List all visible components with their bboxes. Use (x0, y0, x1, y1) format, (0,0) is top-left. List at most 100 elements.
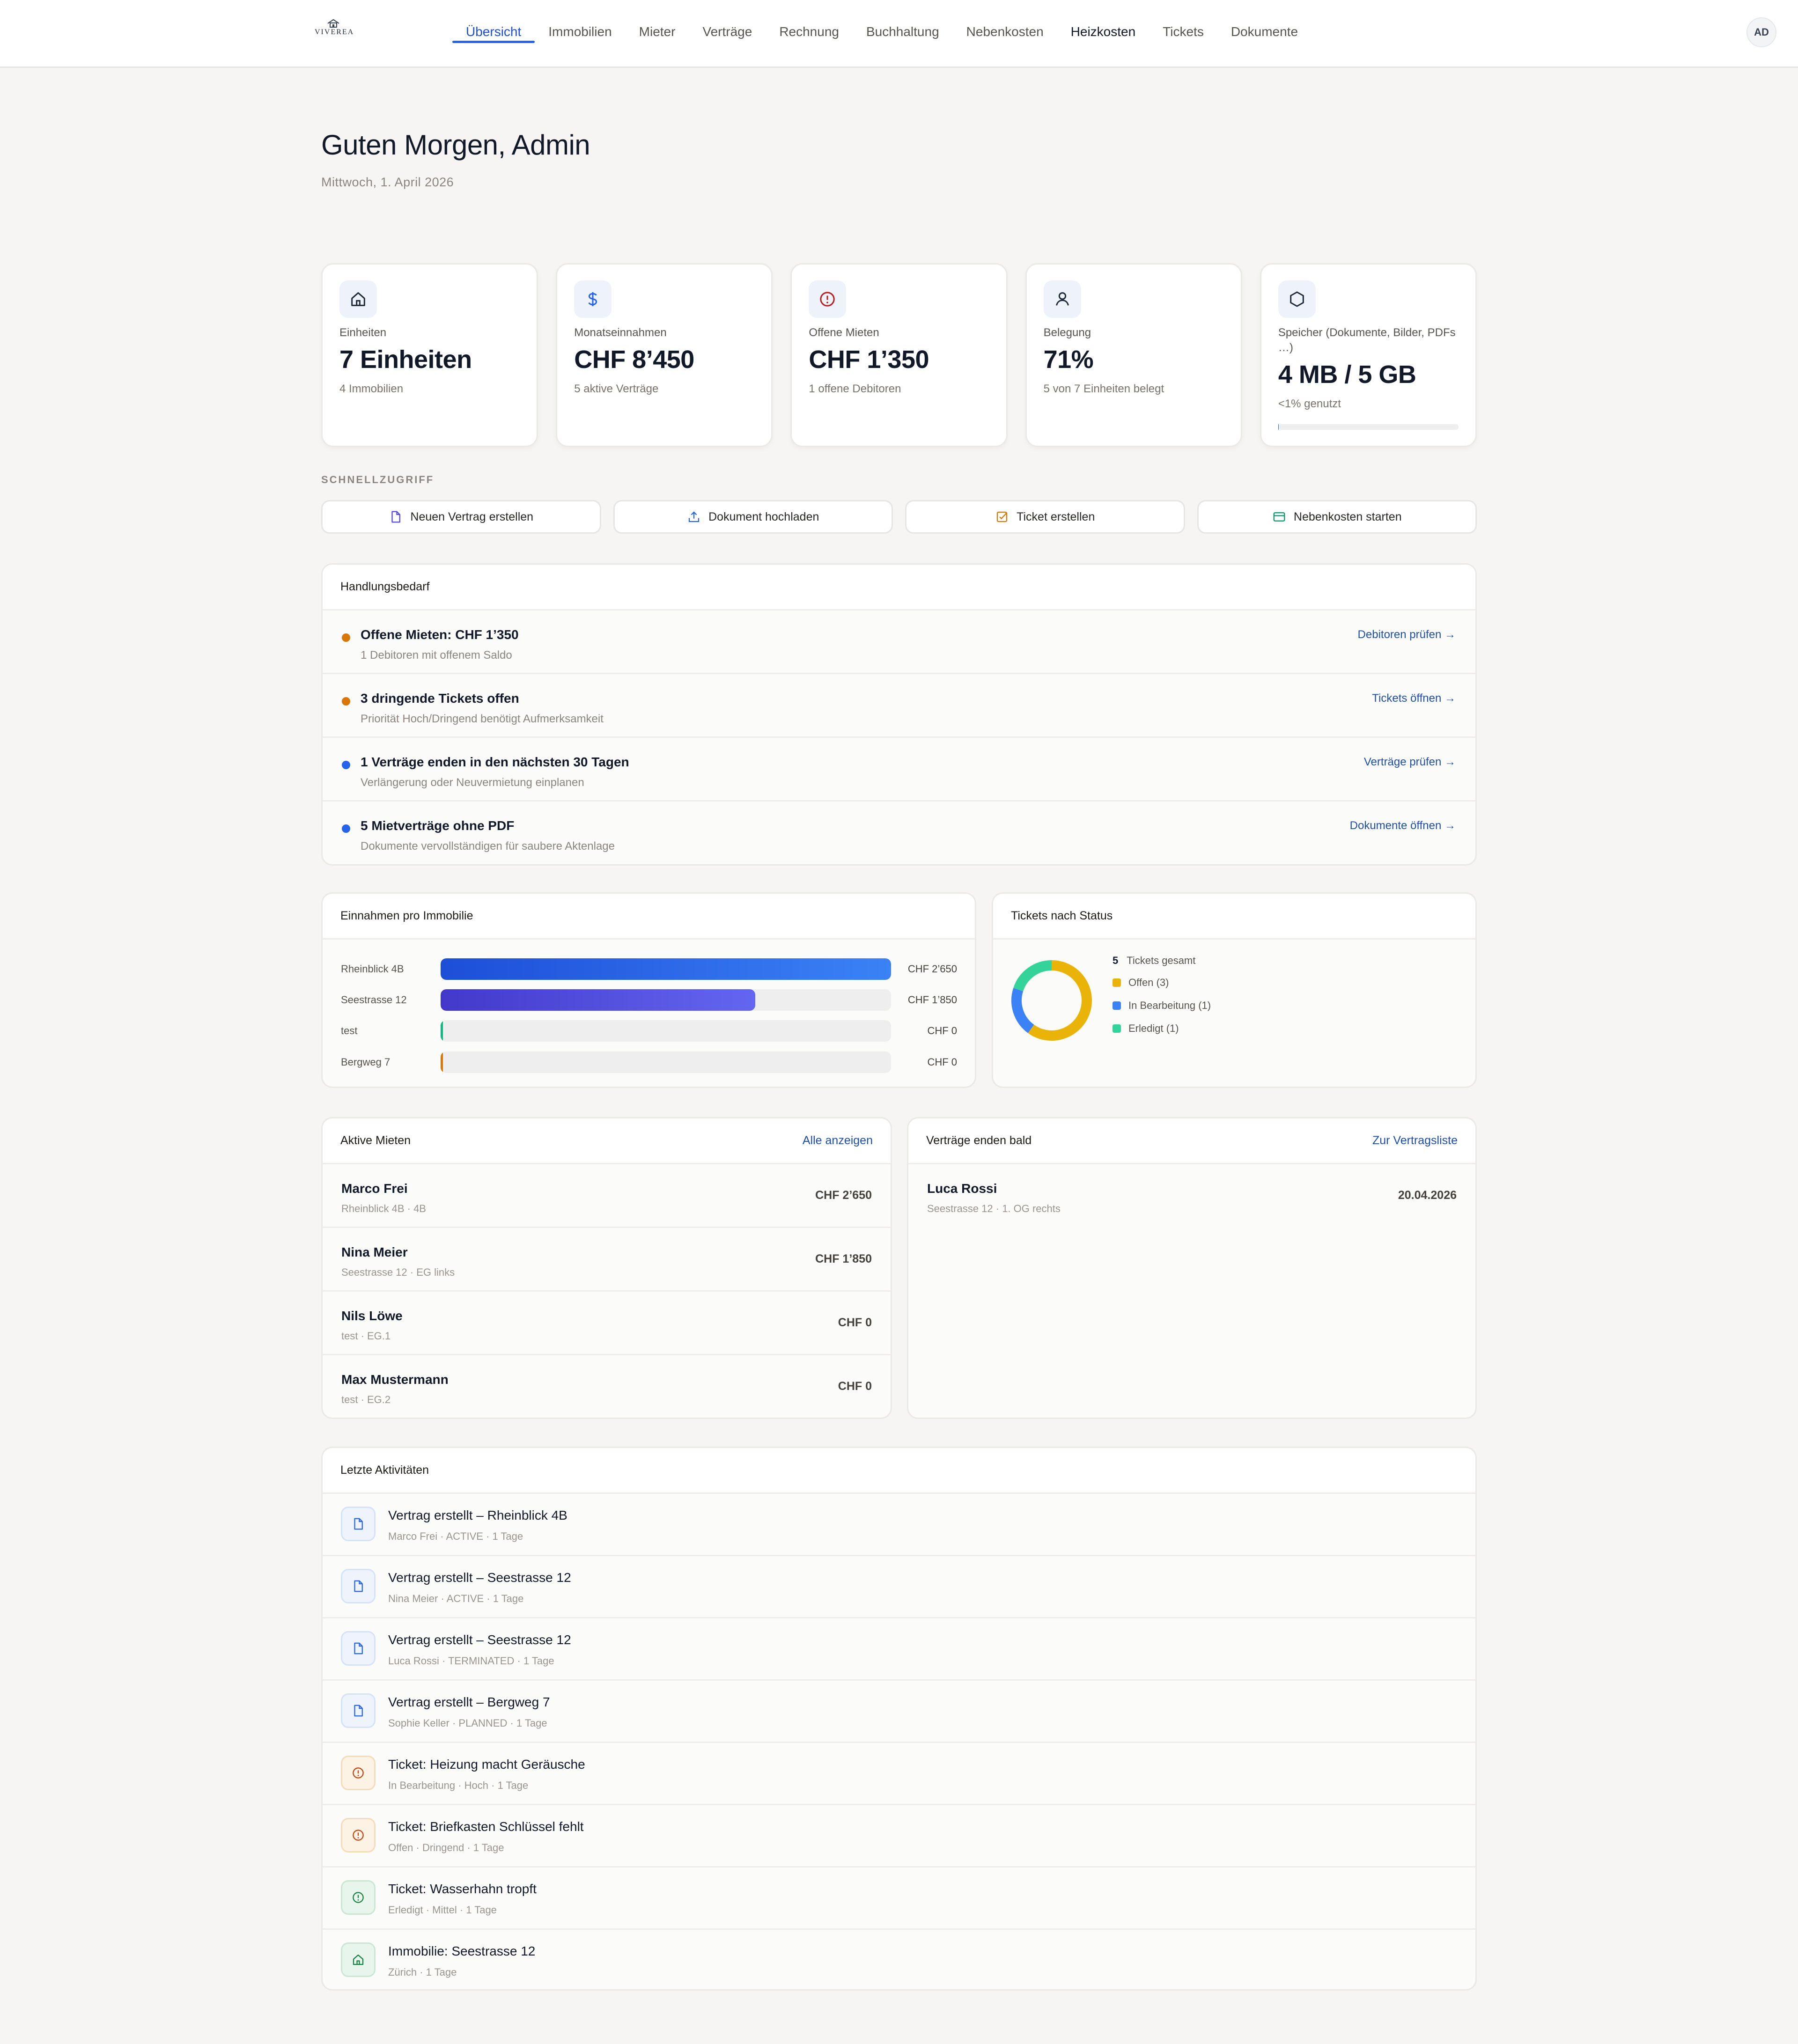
credit-card-icon (1273, 512, 1285, 522)
stat-card[interactable]: Einheiten 7 Einheiten 4 Immobilien (321, 263, 538, 447)
bar (441, 1020, 443, 1042)
stat-label: Einheiten (339, 326, 387, 339)
action-link[interactable]: Dokumente öffnen → (1350, 819, 1456, 832)
activity-subtitle: Nina Meier · ACTIVE · 1 Tage (388, 1593, 524, 1604)
donut-slice (1011, 988, 1034, 1033)
tenant-unit: test · EG.1 (341, 1330, 391, 1342)
nav-item-verträge[interactable]: Verträge (689, 0, 766, 66)
action-link[interactable]: Verträge prüfen → (1364, 756, 1456, 769)
nav-item-übersicht[interactable]: Übersicht (452, 0, 535, 66)
nav-item-nebenkosten[interactable]: Nebenkosten (953, 0, 1057, 66)
activity-subtitle: Luca Rossi · TERMINATED · 1 Tage (388, 1655, 554, 1667)
legend-swatch (1113, 978, 1121, 987)
checkbox-icon (997, 511, 1008, 522)
alert-circle-icon (820, 292, 835, 307)
action-subtitle: 1 Debitoren mit offenem Saldo (361, 649, 512, 662)
bar-row: Bergweg 7 CHF 0 (323, 1051, 975, 1075)
legend-item: Offen (3) (1113, 975, 1211, 990)
activity-title: Ticket: Wasserhahn tropft (388, 1882, 537, 1896)
contract-end-date: 20.04.2026 (1398, 1189, 1457, 1202)
activity-row[interactable]: Vertrag erstellt – Bergweg 7 Sophie Kelle… (323, 1681, 1475, 1743)
panel-header: Tickets nach Status (993, 894, 1475, 940)
nav-item-buchhaltung[interactable]: Buchhaltung (853, 0, 953, 66)
quick-action-button[interactable]: Dokument hochladen (613, 500, 893, 534)
stat-card[interactable]: Speicher (Dokumente, Bilder, PDFs …) 4 MB… (1260, 263, 1477, 447)
activity-list: Vertrag erstellt – Rheinblick 4B Marco Fr… (323, 1494, 1475, 1989)
legend-label: Offen (3) (1128, 977, 1169, 988)
bar-track (441, 1020, 891, 1042)
contract-row[interactable]: Luca Rossi Seestrasse 12 · 1. OG rechts 20… (908, 1164, 1475, 1228)
activity-row[interactable]: Vertrag erstellt – Rheinblick 4B Marco Fr… (323, 1494, 1475, 1556)
rent-row[interactable]: Nils Löwe test · EG.1 CHF 0 (323, 1292, 891, 1355)
contract-list-link[interactable]: Zur Vertragsliste (1372, 1134, 1458, 1147)
main-nav: Übersicht Immobilien Mieter Verträge Rechnun… (452, 0, 1312, 66)
legend-item: Erledigt (1) (1113, 1021, 1211, 1036)
bar-category-label: test (341, 1025, 358, 1037)
nav-item-heizkosten[interactable]: Heizkosten (1057, 0, 1150, 66)
active-rents-panel: Aktive Mieten Alle anzeigen Marco Frei Rh… (321, 1117, 892, 1419)
tenant-name: Nina Meier (341, 1245, 408, 1259)
stat-card[interactable]: Monatseinnahmen CHF 8’450 5 aktive Verträg… (556, 263, 773, 447)
action-link[interactable]: Tickets öffnen → (1372, 692, 1456, 705)
activity-row[interactable]: Ticket: Briefkasten Schlüssel fehlt Offen… (323, 1805, 1475, 1868)
rent-row[interactable]: Marco Frei Rheinblick 4B · 4B CHF 2’650 (323, 1164, 891, 1228)
action-link[interactable]: Debitoren prüfen → (1358, 628, 1456, 641)
nav-item-immobilien[interactable]: Immobilien (535, 0, 625, 66)
activity-title: Vertrag erstellt – Bergweg 7 (388, 1695, 550, 1709)
storage-usage-bar (1278, 424, 1459, 430)
rent-list: Marco Frei Rheinblick 4B · 4B CHF 2’650 Nin… (323, 1164, 891, 1418)
activity-title: Vertrag erstellt – Rheinblick 4B (388, 1508, 567, 1522)
app-logo[interactable]: VIVEREA (315, 19, 354, 37)
activity-subtitle: Erledigt · Mittel · 1 Tage (388, 1904, 497, 1916)
stat-card[interactable]: Offene Mieten CHF 1’350 1 offene Debitoren (790, 263, 1008, 447)
nav-item-tickets[interactable]: Tickets (1149, 0, 1217, 66)
stat-cards: Einheiten 7 Einheiten 4 Immobilien Monatsei… (321, 263, 1477, 447)
bar-value-label: CHF 0 (927, 1056, 957, 1068)
activity-row[interactable]: Ticket: Heizung macht Geräusche In Bearbe… (323, 1743, 1475, 1805)
stat-card[interactable]: Belegung 71% 5 von 7 Einheiten belegt (1025, 263, 1242, 447)
alert-circle-icon (353, 1767, 364, 1779)
user-avatar[interactable]: AD (1746, 17, 1776, 47)
activity-subtitle: Zürich · 1 Tage (388, 1966, 457, 1978)
logo-text: VIVEREA (315, 28, 354, 36)
alert-circle-icon (353, 1892, 364, 1903)
activity-title: Ticket: Briefkasten Schlüssel fehlt (388, 1819, 584, 1834)
action-subtitle: Verlängerung oder Neuvermietung einplane… (361, 776, 584, 789)
panel-title: Letzte Aktivitäten (340, 1463, 429, 1477)
activity-row[interactable]: Immobilie: Seestrasse 12 Zürich · 1 Tage (323, 1930, 1475, 1989)
action-subtitle: Priorität Hoch/Dringend benötigt Aufmerk… (361, 713, 604, 725)
activity-icon-wrap (341, 1756, 376, 1790)
quick-action-button[interactable]: Neuen Vertrag erstellen (321, 500, 601, 534)
show-all-link[interactable]: Alle anzeigen (803, 1134, 873, 1147)
donut-slice (1013, 960, 1052, 992)
activity-row[interactable]: Vertrag erstellt – Seestrasse 12 Luca Ros… (323, 1618, 1475, 1681)
document-icon (354, 1518, 363, 1530)
bar-row: Seestrasse 12 CHF 1’850 (323, 989, 975, 1013)
activity-title: Vertrag erstellt – Seestrasse 12 (388, 1570, 571, 1585)
rent-row[interactable]: Nina Meier Seestrasse 12 · EG links CHF 1’… (323, 1228, 891, 1292)
tenant-name: Max Mustermann (341, 1372, 449, 1387)
stat-label: Speicher (Dokumente, Bilder, PDFs …) (1278, 326, 1456, 354)
status-dot (342, 824, 350, 833)
stat-label: Belegung (1043, 326, 1091, 339)
stat-subtext: 1 offene Debitoren (809, 382, 901, 395)
activity-row[interactable]: Ticket: Wasserhahn tropft Erledigt · Mitt… (323, 1868, 1475, 1930)
stat-icon-wrap (574, 280, 612, 318)
user-icon (1055, 292, 1069, 306)
quick-action-label: Ticket erstellen (1017, 510, 1095, 523)
nav-item-rechnung[interactable]: Rechnung (766, 0, 853, 66)
page-title: Guten Morgen, Admin (321, 129, 590, 161)
nav-item-dokumente[interactable]: Dokumente (1217, 0, 1312, 66)
contracts-ending-panel: Verträge enden bald Zur Vertragsliste Lu… (907, 1117, 1477, 1419)
panel-header: Verträge enden bald Zur Vertragsliste (908, 1118, 1475, 1164)
rent-row[interactable]: Max Mustermann test · EG.2 CHF 0 (323, 1355, 891, 1418)
quick-action-button[interactable]: Nebenkosten starten (1197, 500, 1477, 534)
bar-category-label: Seestrasse 12 (341, 994, 407, 1006)
chart-title: Einnahmen pro Immobilie (340, 909, 473, 922)
panel-header: Einnahmen pro Immobilie (323, 894, 975, 940)
activity-subtitle: In Bearbeitung · Hoch · 1 Tage (388, 1779, 529, 1791)
quick-action-label: Neuen Vertrag erstellen (410, 510, 534, 523)
nav-item-mieter[interactable]: Mieter (626, 0, 689, 66)
quick-action-button[interactable]: Ticket erstellen (905, 500, 1185, 534)
activity-row[interactable]: Vertrag erstellt – Seestrasse 12 Nina Mei… (323, 1556, 1475, 1618)
